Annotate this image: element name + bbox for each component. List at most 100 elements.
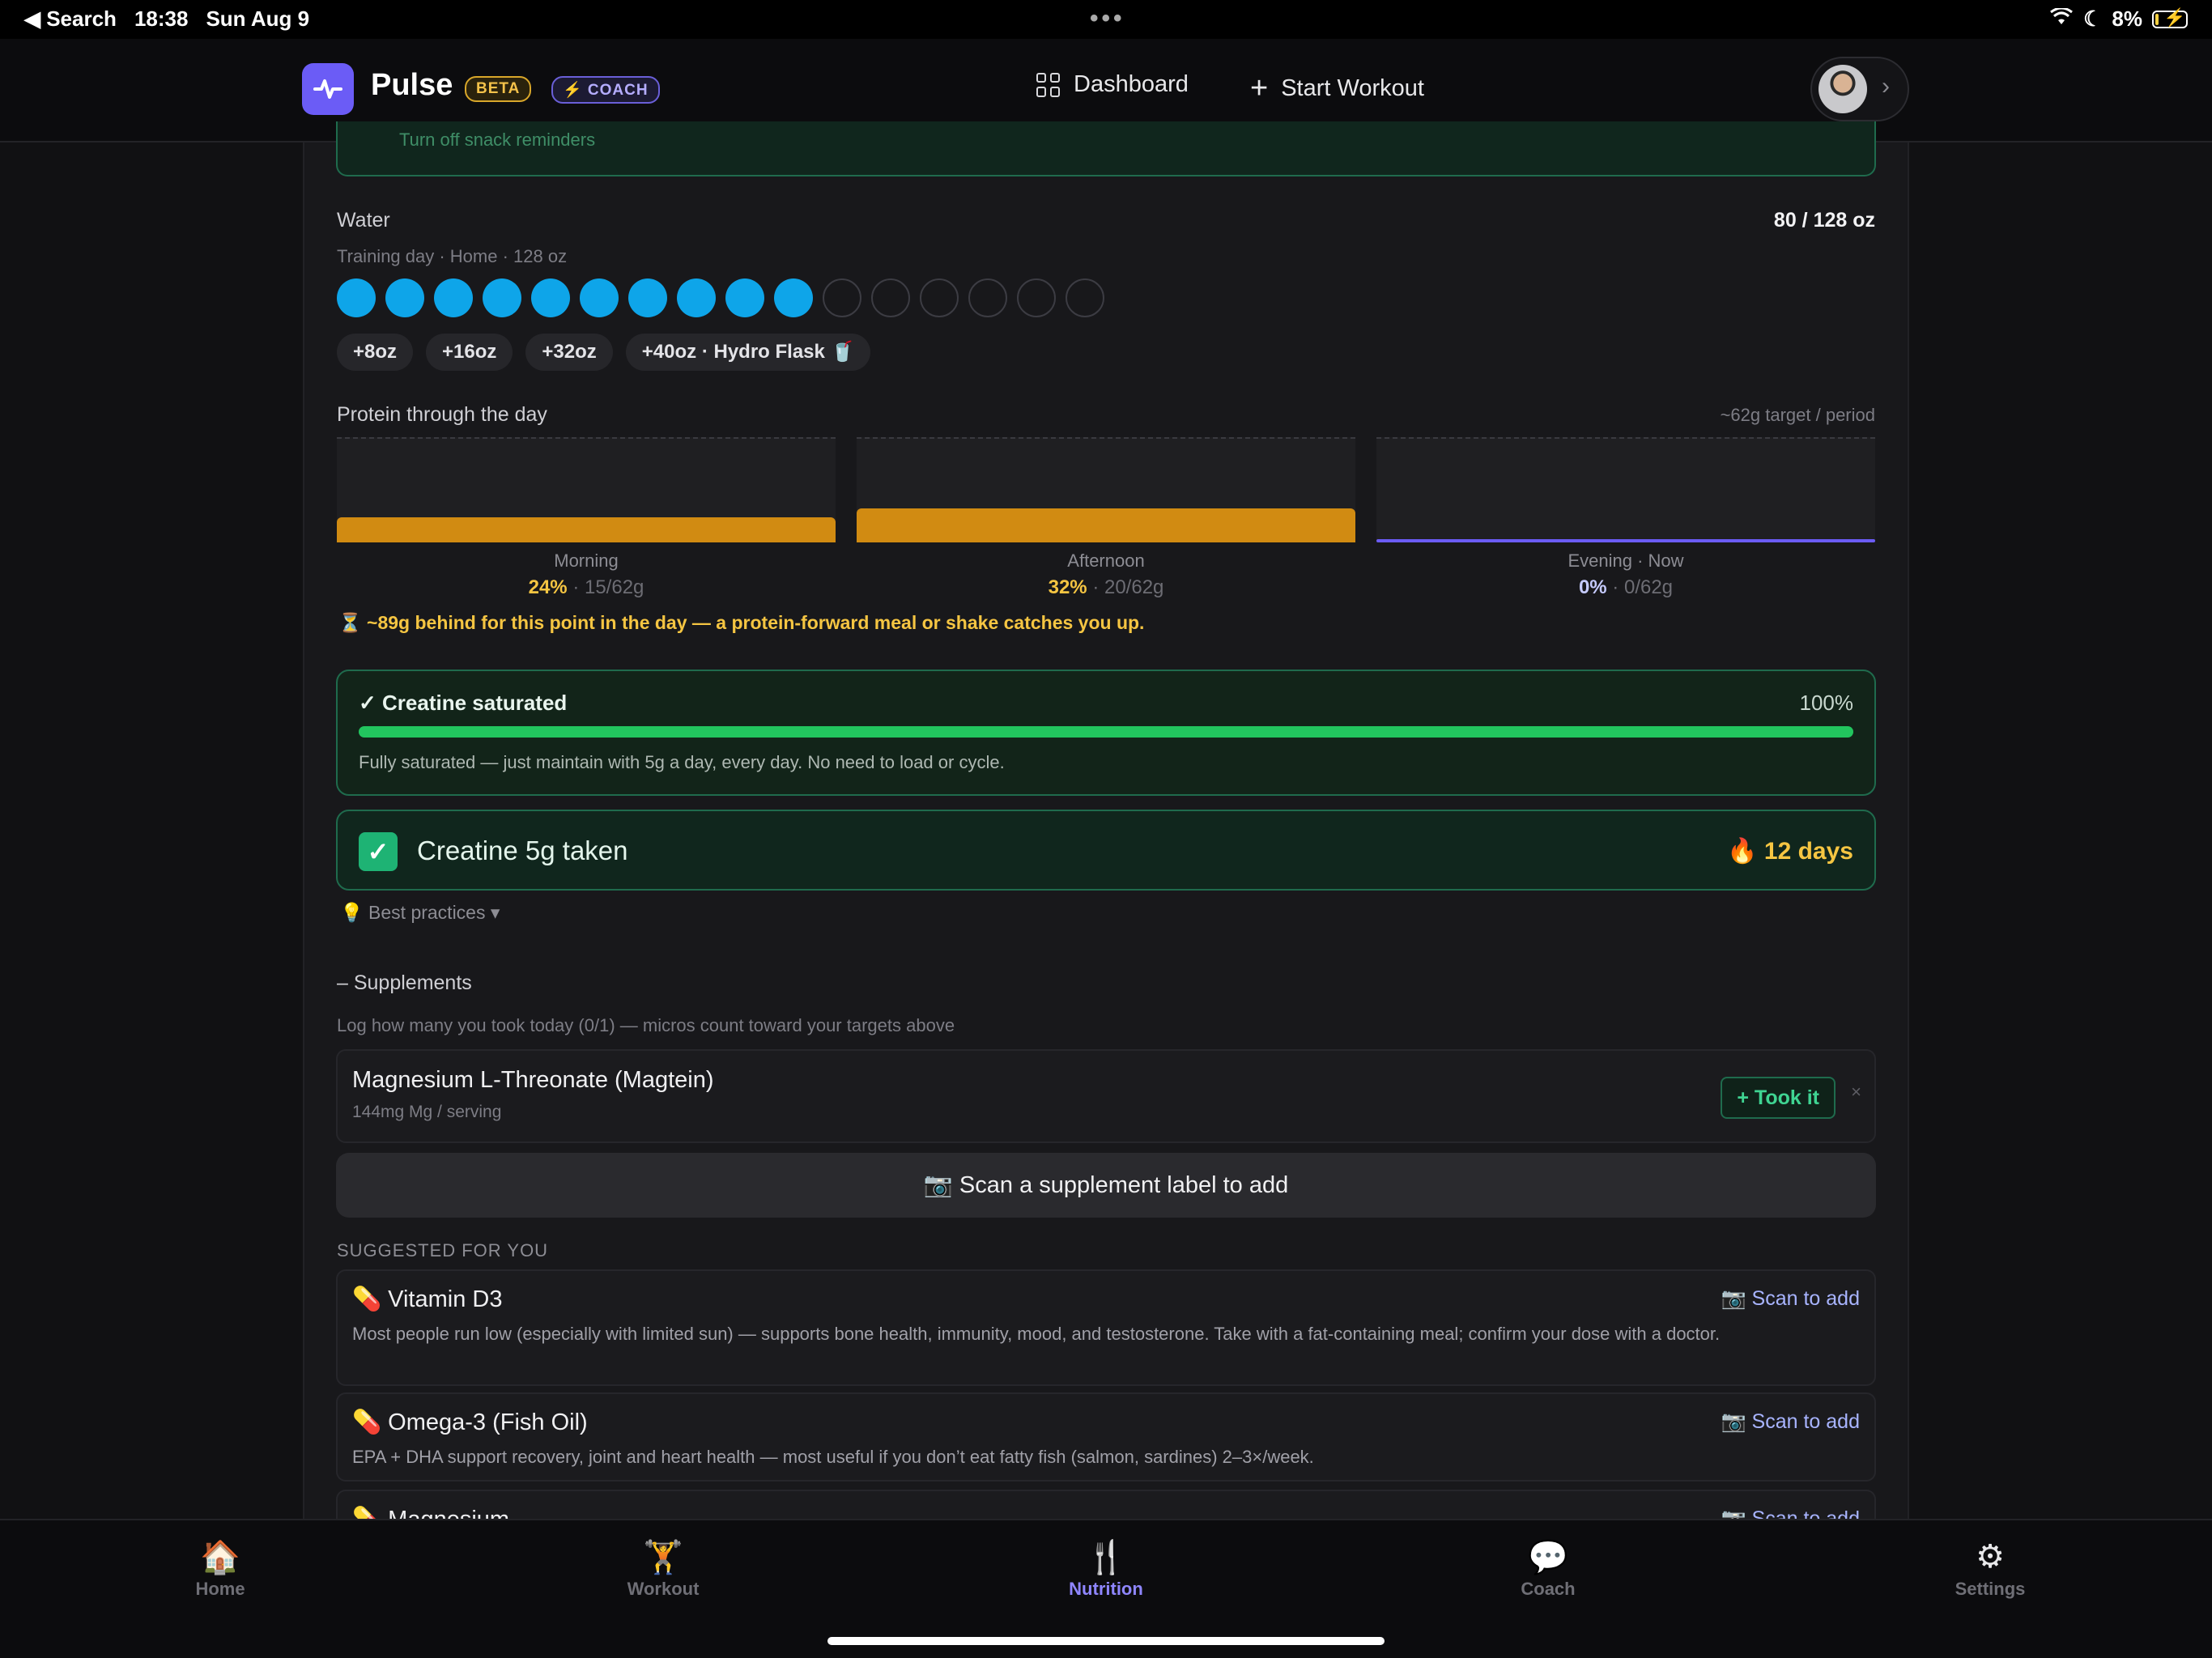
status-date: Sun Aug 9: [206, 6, 310, 31]
water-glass-filled[interactable]: [677, 278, 716, 317]
water-glass-filled[interactable]: [725, 278, 764, 317]
water-glass-empty[interactable]: [1066, 278, 1104, 317]
profile-menu-button[interactable]: ›: [1810, 57, 1909, 121]
suggested-name: 💊 Omega-3 (Fish Oil): [352, 1409, 588, 1435]
tab-label: Coach: [1521, 1579, 1576, 1599]
scan-to-add-button[interactable]: 📷 Scan to add: [1721, 1410, 1860, 1434]
creatine-saturation-fill: [359, 726, 1853, 738]
water-glass-filled[interactable]: [483, 278, 521, 317]
took-it-button[interactable]: + Took it: [1721, 1077, 1836, 1119]
suggested-item-vitamin-d3: 💊 Vitamin D3 📷 Scan to add Most people r…: [336, 1269, 1876, 1386]
multitasking-dots-icon[interactable]: •••: [1090, 5, 1125, 32]
home-icon: 🏠: [200, 1540, 240, 1575]
moon-icon: ☾: [2083, 6, 2103, 31]
water-tracker: [337, 278, 1104, 317]
creatine-saturation-card: ✓ Creatine saturated 100% Fully saturate…: [336, 670, 1876, 796]
gear-icon: ⚙: [1976, 1539, 2005, 1575]
avatar: [1819, 65, 1867, 113]
water-glass-filled[interactable]: [385, 278, 424, 317]
protein-evening-label: Evening · Now: [1568, 551, 1684, 571]
tab-settings[interactable]: ⚙ Settings: [1869, 1538, 2112, 1600]
creatine-saturation-track: [359, 726, 1853, 738]
suggested-item-omega-3: 💊 Omega-3 (Fish Oil) 📷 Scan to add EPA +…: [336, 1392, 1876, 1482]
protein-behind-alert: ⏳ ~89g behind for this point in the day …: [338, 612, 1145, 633]
water-glass-empty[interactable]: [823, 278, 861, 317]
brand-name: Pulse: [371, 68, 453, 102]
remove-supplement-icon[interactable]: ×: [1851, 1082, 1861, 1103]
tab-workout[interactable]: 🏋 Workout: [542, 1538, 785, 1600]
battery-percent: 8%: [2112, 6, 2142, 31]
water-glass-filled[interactable]: [628, 278, 667, 317]
back-to-search-link[interactable]: ◀ Search: [24, 6, 117, 32]
weightlifter-icon: 🏋: [643, 1540, 683, 1575]
protein-morning-bar: [337, 517, 836, 542]
dashboard-grid-icon: [1036, 72, 1061, 97]
creatine-streak: 🔥 12 days: [1727, 838, 1853, 865]
suggested-desc: EPA + DHA support recovery, joint and he…: [352, 1447, 1314, 1467]
wifi-icon: [2049, 6, 2074, 32]
protein-evening-value: 0% · 0/62g: [1578, 576, 1674, 598]
supplement-item: Magnesium L-Threonate (Magtein) 144mg Mg…: [336, 1049, 1876, 1143]
protein-afternoon-column: [857, 437, 1355, 542]
tab-label: Home: [195, 1579, 245, 1599]
creatine-saturation-pct: 100%: [1799, 691, 1854, 715]
best-practices-toggle[interactable]: 💡 Best practices ▾: [340, 902, 500, 924]
dashboard-label: Dashboard: [1074, 71, 1189, 97]
status-time: 18:38: [134, 6, 189, 31]
water-glass-empty[interactable]: [968, 278, 1007, 317]
scan-supplement-label-button[interactable]: 📷 Scan a supplement label to add: [336, 1153, 1876, 1218]
start-workout-link[interactable]: + Start Workout: [1250, 71, 1424, 106]
add-16oz-button[interactable]: +16oz: [426, 334, 513, 371]
dashboard-link[interactable]: Dashboard: [1036, 71, 1189, 98]
protein-title: Protein through the day: [337, 403, 547, 426]
suggested-desc: Most people run low (especially with lim…: [352, 1324, 1721, 1344]
suggested-heading: SUGGESTED FOR YOU: [337, 1240, 549, 1261]
tab-coach[interactable]: 💬 Coach: [1427, 1538, 1670, 1600]
protein-morning-column: [337, 437, 836, 542]
protein-afternoon-bar: [857, 508, 1355, 542]
water-glass-empty[interactable]: [871, 278, 910, 317]
protein-target: ~62g target / period: [1720, 405, 1875, 425]
add-32oz-button[interactable]: +32oz: [525, 334, 613, 371]
add-40oz-hydro-flask-button[interactable]: +40oz · Hydro Flask 🥤: [625, 334, 871, 371]
protein-afternoon-value: 32% · 20/62g: [1048, 576, 1164, 598]
supplement-dose: 144mg Mg / serving: [352, 1103, 502, 1121]
chat-bubble-icon: 💬: [1528, 1540, 1568, 1575]
supplements-collapse-toggle[interactable]: – Supplements: [337, 971, 472, 995]
add-8oz-button[interactable]: +8oz: [337, 334, 414, 371]
creatine-taken-toggle[interactable]: ✓ Creatine 5g taken 🔥 12 days: [336, 810, 1876, 891]
creatine-saturation-title: ✓ Creatine saturated: [359, 691, 568, 715]
water-glass-empty[interactable]: [1017, 278, 1056, 317]
water-quick-add: +8oz +16oz +32oz +40oz · Hydro Flask 🥤: [337, 334, 871, 371]
scan-to-add-button[interactable]: 📷 Scan to add: [1721, 1287, 1860, 1311]
checkmark-icon[interactable]: ✓: [359, 832, 398, 871]
protein-evening-column: [1376, 437, 1875, 542]
water-glass-filled[interactable]: [774, 278, 813, 317]
creatine-taken-label: Creatine 5g taken: [417, 835, 628, 865]
protein-morning-label: Morning: [554, 551, 619, 571]
water-glass-empty[interactable]: [920, 278, 959, 317]
water-glass-filled[interactable]: [580, 278, 619, 317]
tab-home[interactable]: 🏠 Home: [99, 1538, 342, 1600]
tab-label: Settings: [1955, 1579, 2026, 1599]
snack-reminder-toggle-text[interactable]: Turn off snack reminders: [399, 130, 595, 151]
water-amount: 80 / 128 oz: [1773, 209, 1875, 232]
protein-afternoon-label: Afternoon: [1067, 551, 1145, 571]
tab-nutrition[interactable]: 🍴 Nutrition: [985, 1538, 1227, 1600]
status-bar: ◀ Search 18:38 Sun Aug 9 ••• ☾ 8% ⚡: [0, 0, 2212, 39]
supplements-subtitle: Log how many you took today (0/1) — micr…: [337, 1015, 955, 1035]
creatine-saturation-desc: Fully saturated — just maintain with 5g …: [359, 752, 1005, 772]
beta-badge: BETA: [465, 76, 532, 102]
pulse-logo-icon[interactable]: [302, 63, 354, 115]
home-indicator[interactable]: [827, 1637, 1385, 1645]
fork-knife-icon: 🍴: [1086, 1540, 1126, 1575]
water-glass-filled[interactable]: [434, 278, 473, 317]
protein-morning-value: 24% · 15/62g: [528, 576, 644, 598]
start-workout-label: Start Workout: [1281, 75, 1424, 101]
water-glass-filled[interactable]: [337, 278, 376, 317]
suggested-name: 💊 Vitamin D3: [352, 1286, 503, 1312]
bottom-tab-bar: 🏠 Home 🏋 Workout 🍴 Nutrition 💬 Coach ⚙ S…: [0, 1519, 2212, 1658]
tab-label: Workout: [627, 1579, 700, 1599]
water-subtitle: Training day · Home · 128 oz: [337, 246, 568, 266]
water-glass-filled[interactable]: [531, 278, 570, 317]
